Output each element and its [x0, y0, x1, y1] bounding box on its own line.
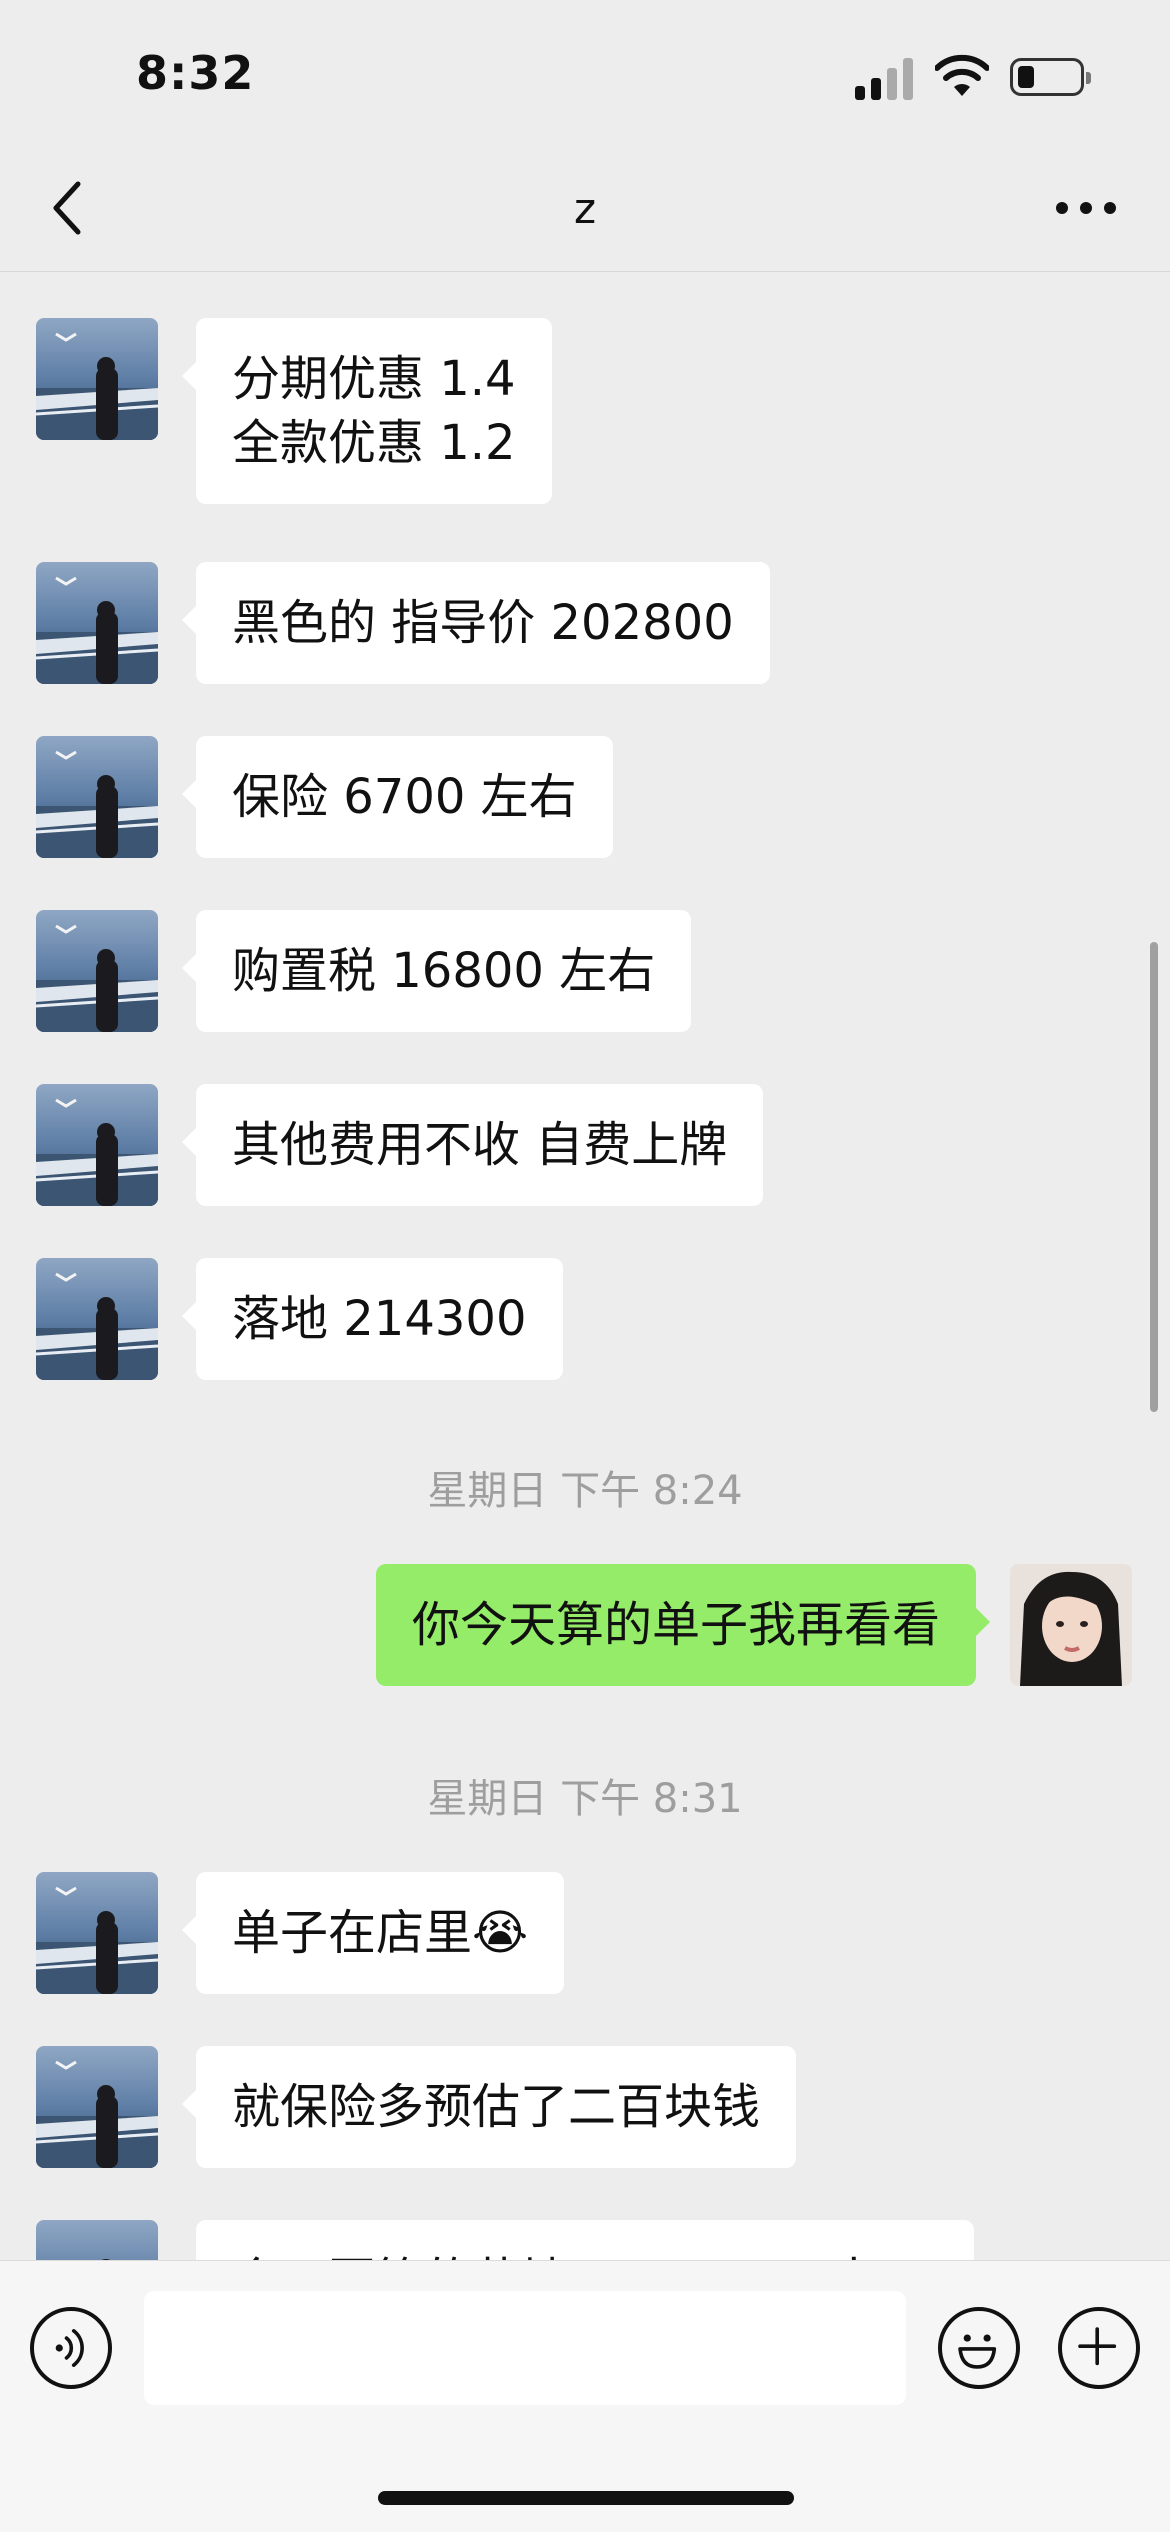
- message-bubble[interactable]: 今天因算的落地 214100 二十: [196, 2220, 974, 2260]
- contact-avatar[interactable]: [36, 562, 158, 684]
- message-bubble[interactable]: 单子在店里😭: [181, 1872, 565, 1994]
- nav-bar: z: [0, 150, 1170, 272]
- chat-title: z: [573, 184, 597, 233]
- contact-avatar[interactable]: [36, 1872, 158, 1994]
- chat-area[interactable]: 分期优惠 1.4 全款优惠 1.2 黑色的 指导价 202800 保险 6700…: [0, 272, 1170, 2260]
- message-bubble[interactable]: 落地 214300: [182, 1258, 563, 1380]
- message-bubble[interactable]: 分期优惠 1.4 全款优惠 1.2: [182, 318, 552, 504]
- voice-icon[interactable]: [30, 2307, 112, 2389]
- scrollbar[interactable]: [1150, 942, 1158, 1412]
- home-indicator[interactable]: [378, 2491, 794, 2505]
- wifi-icon: [935, 54, 989, 96]
- battery-icon: [1010, 58, 1091, 96]
- message-text: 全款优惠 1.2: [232, 415, 516, 471]
- message-input[interactable]: [144, 2291, 906, 2405]
- status-bar: 8:32: [0, 0, 1170, 150]
- contact-avatar[interactable]: [36, 2046, 158, 2168]
- more-icon[interactable]: [1056, 202, 1116, 218]
- message-bubble[interactable]: 其他费用不收 自费上牌: [181, 1084, 764, 1206]
- contact-avatar[interactable]: [36, 736, 158, 858]
- message-bubble[interactable]: 购置税 16800 左右: [181, 910, 692, 1032]
- timestamp: 星期日 下午 8:31: [427, 1776, 743, 1822]
- message-bubble[interactable]: 黑色的 指导价 202800: [182, 562, 770, 684]
- contact-avatar[interactable]: [36, 1258, 158, 1380]
- message-bubble-self[interactable]: 你今天算的单子我再看看: [375, 1564, 991, 1686]
- contact-avatar[interactable]: [36, 2220, 158, 2260]
- emoji-icon[interactable]: [938, 2307, 1020, 2389]
- contact-avatar[interactable]: [36, 1084, 158, 1206]
- timestamp: 星期日 下午 8:24: [427, 1468, 743, 1514]
- message-text: 分期优惠 1.4: [232, 351, 516, 407]
- contact-avatar[interactable]: [36, 318, 158, 440]
- status-time: 8:32: [136, 46, 255, 100]
- plus-icon[interactable]: [1058, 2307, 1140, 2389]
- self-avatar[interactable]: [1010, 1564, 1132, 1686]
- message-bubble[interactable]: 保险 6700 左右: [182, 736, 613, 858]
- input-bar: [0, 2260, 1170, 2532]
- message-bubble[interactable]: 就保险多预估了二百块钱: [181, 2046, 797, 2168]
- cellular-signal-icon: [855, 56, 917, 100]
- contact-avatar[interactable]: [36, 910, 158, 1032]
